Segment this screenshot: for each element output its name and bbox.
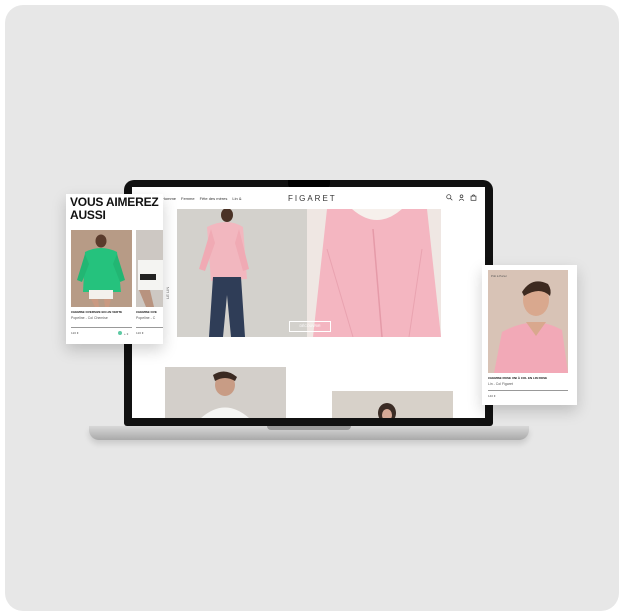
divider: [71, 327, 132, 328]
product-price-pink: 140 €: [488, 394, 496, 398]
header-icons: [446, 194, 477, 201]
green-shirt-photo: [71, 230, 132, 307]
swatch-more-label[interactable]: + 3: [124, 332, 128, 336]
product-sub-2: Popeline - C: [136, 316, 156, 320]
nav-item-fete-des-meres[interactable]: Fête des mères: [200, 196, 228, 201]
product-image-pink-shirt[interactable]: Prêt à Porter: [488, 270, 568, 373]
side-label: LE LIN: [165, 286, 170, 299]
product-image-green-shirt[interactable]: [71, 230, 132, 307]
product-name-2[interactable]: CHEMISE OVE: [136, 310, 157, 314]
account-icon[interactable]: [458, 194, 465, 201]
laptop-base: [89, 426, 529, 440]
recommendations-card: VOUS AIMEREZ AUSSI CHEMISE OVERSIZE EN L…: [66, 194, 163, 344]
bag-icon[interactable]: [470, 194, 477, 201]
product-image-partial[interactable]: [136, 230, 163, 307]
nav-item-lin[interactable]: Lin &: [232, 196, 241, 201]
product-tile-2[interactable]: [332, 391, 453, 418]
hero-photo: [177, 209, 441, 337]
pink-shirt-photo: [488, 270, 568, 373]
partial-product-photo: [136, 230, 163, 307]
nav-item-femme[interactable]: Femme: [181, 196, 195, 201]
product-tile-1[interactable]: [165, 367, 286, 418]
laptop-screen: Homme Femme Fête des mères Lin & FIGARET: [132, 187, 485, 418]
product-name-1[interactable]: CHEMISE OVERSIZE EN LIN VERTE: [71, 310, 122, 314]
hero-banner[interactable]: DÉCOUVRIR: [177, 209, 441, 337]
laptop-base-notch: [267, 426, 351, 430]
product-price-1: 120 €: [71, 331, 79, 335]
recommendations-title: VOUS AIMEREZ AUSSI: [70, 195, 159, 222]
background-card: Homme Femme Fête des mères Lin & FIGARET: [5, 5, 619, 611]
site-logo[interactable]: FIGARET: [288, 194, 337, 203]
product-sub-1: Popeline - Col Chemise: [71, 316, 108, 320]
product-name-pink[interactable]: CHEMISE ROSE UNI À COL EN LIN ROSE: [488, 376, 547, 380]
discover-button[interactable]: DÉCOUVRIR: [289, 321, 331, 332]
divider: [136, 327, 163, 328]
product-price-2: 120 €: [136, 331, 144, 335]
product-sub-pink: Lin - Col Figaret: [488, 382, 513, 386]
product-card-pink-shirt[interactable]: Prêt à Porter CHEMISE ROSE UNI À COL EN …: [482, 265, 577, 405]
nav-item-homme[interactable]: Homme: [162, 196, 176, 201]
divider: [488, 390, 568, 391]
main-nav: Homme Femme Fête des mères Lin &: [162, 196, 242, 201]
laptop-lid: Homme Femme Fête des mères Lin & FIGARET: [124, 180, 493, 426]
site-header: Homme Femme Fête des mères Lin & FIGARET: [132, 187, 485, 209]
search-icon[interactable]: [446, 194, 453, 201]
product-photo-2: [332, 391, 453, 418]
color-swatch-green[interactable]: [118, 331, 122, 335]
product-tag: Prêt à Porter: [491, 274, 507, 278]
product-photo-1: [165, 367, 286, 418]
